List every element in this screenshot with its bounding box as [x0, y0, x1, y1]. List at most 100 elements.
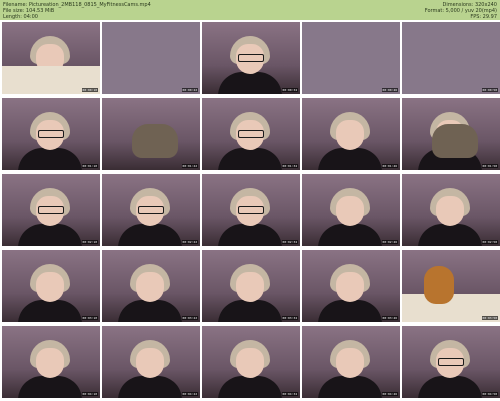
glasses-icon — [238, 130, 264, 138]
person-shirt — [118, 224, 182, 246]
timestamp-label: 00:00:34 — [281, 88, 298, 92]
length-text: Length: 04:00 — [3, 14, 38, 20]
timestamp-label: 00:03:46 — [381, 316, 398, 320]
thumbnail-background — [402, 22, 500, 94]
person-shirt — [318, 376, 382, 398]
person-face — [436, 196, 464, 226]
header-left-info: Filename: Pictureation_2MB118_0815_MyFit… — [3, 2, 151, 20]
video-thumbnail[interactable]: 00:01:22 — [102, 98, 200, 170]
video-thumbnail[interactable]: 00:00:34 — [202, 22, 300, 94]
person-shirt — [318, 224, 382, 246]
person-shirt — [18, 148, 82, 170]
timestamp-label: 00:01:58 — [481, 164, 498, 168]
timestamp-label: 00:04:34 — [281, 392, 298, 396]
glasses-icon — [438, 358, 464, 366]
timestamp-label: 00:02:10 — [81, 240, 98, 244]
video-thumbnail[interactable]: 00:02:34 — [202, 174, 300, 246]
person-face — [36, 348, 64, 378]
video-thumbnail[interactable]: 00:03:22 — [102, 250, 200, 322]
video-thumbnail[interactable]: 00:04:58 — [402, 326, 500, 398]
person-figure — [118, 264, 182, 322]
timestamp-label: 00:00:10 — [81, 88, 98, 92]
person-face — [336, 348, 364, 378]
person-face — [336, 120, 364, 150]
person-figure — [18, 188, 82, 246]
person-figure — [318, 264, 382, 322]
person-face — [236, 272, 264, 302]
person-figure — [318, 340, 382, 398]
fps-text: FPS: 29.97 — [470, 14, 497, 20]
header-right-info: Dimensions: 320x240 Format: 5,000 / yuv … — [425, 2, 497, 20]
video-thumbnail[interactable]: 00:04:10 — [2, 326, 100, 398]
video-thumbnail[interactable]: 00:04:34 — [202, 326, 300, 398]
glasses-icon — [38, 206, 64, 214]
video-thumbnail[interactable]: 00:01:10 — [2, 98, 100, 170]
video-thumbnail[interactable]: 00:02:46 — [302, 174, 400, 246]
timestamp-label: 00:01:34 — [281, 164, 298, 168]
timestamp-label: 00:01:22 — [181, 164, 198, 168]
timestamp-label: 00:00:46 — [381, 88, 398, 92]
video-thumbnail[interactable]: 00:02:58 — [402, 174, 500, 246]
glasses-icon — [238, 206, 264, 214]
timestamp-label: 00:02:34 — [281, 240, 298, 244]
thumbnail-background — [102, 22, 200, 94]
video-thumbnail[interactable]: 00:03:46 — [302, 250, 400, 322]
person-figure — [18, 112, 82, 170]
video-thumbnail[interactable]: 00:01:46 — [302, 98, 400, 170]
timestamp-label: 00:03:34 — [281, 316, 298, 320]
person-figure — [218, 264, 282, 322]
person-shirt — [418, 376, 482, 398]
person-shirt — [118, 300, 182, 322]
timestamp-label: 00:03:22 — [181, 316, 198, 320]
video-thumbnail[interactable]: 00:00:10 — [2, 22, 100, 94]
timestamp-label: 00:03:58 — [481, 316, 498, 320]
video-thumbnail[interactable]: 00:01:58 — [402, 98, 500, 170]
person-face — [36, 272, 64, 302]
timestamp-label: 00:04:22 — [181, 392, 198, 396]
timestamp-label: 00:01:10 — [81, 164, 98, 168]
timestamp-label: 00:00:22 — [181, 88, 198, 92]
video-thumbnail[interactable]: 00:00:58 — [402, 22, 500, 94]
person-shirt — [218, 300, 282, 322]
video-thumbnail[interactable]: 00:01:34 — [202, 98, 300, 170]
cat-figure — [132, 124, 178, 158]
person-shirt — [118, 376, 182, 398]
person-shirt — [418, 224, 482, 246]
video-thumbnail[interactable]: 00:03:34 — [202, 250, 300, 322]
person-shirt — [318, 148, 382, 170]
person-figure — [218, 188, 282, 246]
timestamp-label: 00:01:46 — [381, 164, 398, 168]
person-shirt — [218, 148, 282, 170]
timestamp-label: 00:04:58 — [481, 392, 498, 396]
video-thumbnail[interactable]: 00:04:22 — [102, 326, 200, 398]
person-shirt — [18, 224, 82, 246]
person-shirt — [18, 300, 82, 322]
video-thumbnail[interactable]: 00:02:22 — [102, 174, 200, 246]
person-figure — [218, 340, 282, 398]
thumbnail-background — [302, 22, 400, 94]
person-figure — [218, 112, 282, 170]
person-shirt — [218, 72, 282, 94]
person-figure — [118, 188, 182, 246]
timestamp-label: 00:00:58 — [481, 88, 498, 92]
video-thumbnail[interactable]: 00:00:22 — [102, 22, 200, 94]
person-figure — [318, 188, 382, 246]
cat-figure — [432, 124, 478, 158]
video-thumbnail[interactable]: 00:04:46 — [302, 326, 400, 398]
video-thumbnail[interactable]: 00:03:10 — [2, 250, 100, 322]
video-thumbnail[interactable]: 00:00:46 — [302, 22, 400, 94]
video-thumbnail[interactable]: 00:02:10 — [2, 174, 100, 246]
person-face — [136, 348, 164, 378]
person-figure — [218, 36, 282, 94]
timestamp-label: 00:02:58 — [481, 240, 498, 244]
person-face — [336, 272, 364, 302]
glasses-icon — [138, 206, 164, 214]
video-thumbnail[interactable]: 00:03:58 — [402, 250, 500, 322]
timestamp-label: 00:04:10 — [81, 392, 98, 396]
glasses-icon — [38, 130, 64, 138]
thumbnail-grid: 00:00:10 00:00:22 00:00:34 00:00:46 00:00:58… — [0, 22, 500, 401]
info-header: Filename: Pictureation_2MB118_0815_MyFit… — [0, 0, 500, 20]
person-face — [136, 272, 164, 302]
person-face — [236, 348, 264, 378]
person-figure — [418, 340, 482, 398]
